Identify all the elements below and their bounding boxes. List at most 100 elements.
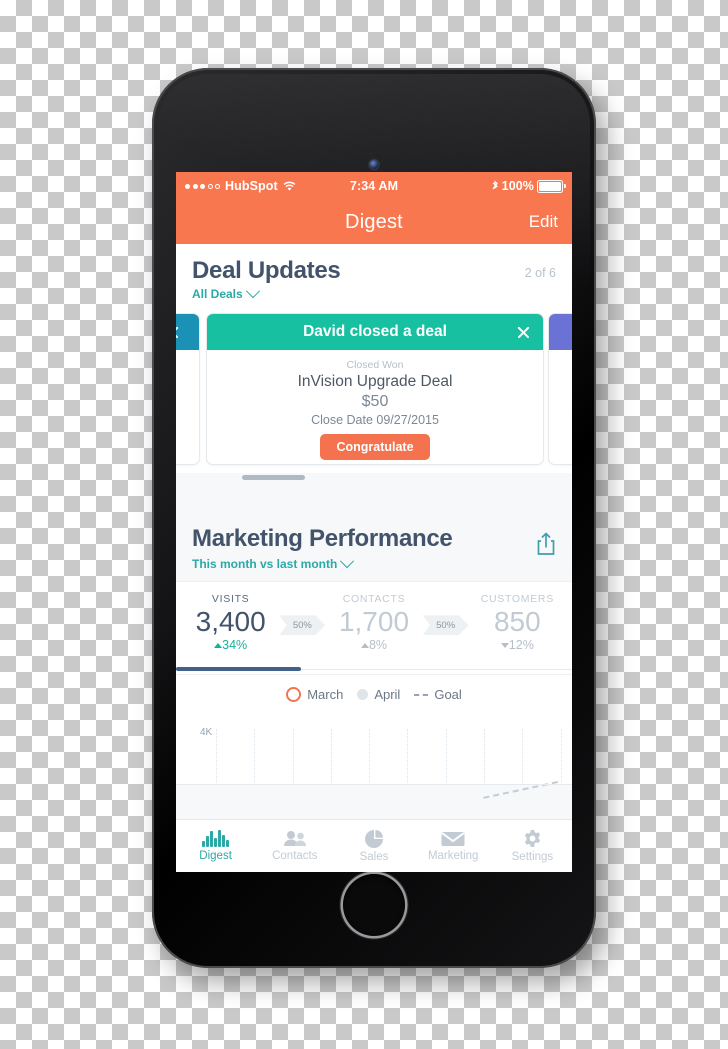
people-icon (283, 831, 306, 846)
legend-item-april[interactable]: April (357, 687, 400, 702)
tab-label: Digest (199, 850, 232, 862)
legend-marker-icon (286, 687, 302, 703)
tab-bar: Digest Contacts Sales Marketing Settings (176, 819, 572, 872)
marketing-chart: March April Goal 4K (176, 675, 572, 800)
conversion-chip: 50% (279, 615, 326, 636)
signal-strength-icon (185, 183, 220, 189)
metric-delta-value: 8% (368, 638, 388, 653)
deal-card-previous-header (176, 314, 199, 351)
chart-baseline (176, 784, 572, 786)
clock: 7:34 AM (349, 179, 399, 193)
deal-filter-label: All Deals (192, 287, 243, 302)
deal-filter-dropdown[interactable]: All Deals (192, 284, 556, 302)
metric-visits: VISITS 3,400 34% (182, 593, 279, 652)
period-dropdown[interactable]: This month vs last month (192, 554, 556, 572)
iphone-device-frame: HubSpot 7:34 AM 100% Digest Edit Deal Up… (152, 68, 596, 968)
period-label: This month vs last month (192, 557, 338, 572)
legend-label: March (307, 687, 344, 703)
deal-counter: 2 of 6 (524, 266, 556, 280)
marketing-performance-title: Marketing Performance (192, 525, 453, 553)
metric-delta-value: 34% (222, 638, 248, 653)
section-spacer (176, 473, 572, 520)
close-icon[interactable] (176, 325, 180, 340)
metric-delta: 34% (182, 638, 279, 652)
phone-screen: HubSpot 7:34 AM 100% Digest Edit Deal Up… (176, 172, 572, 872)
deal-stage: Closed Won (346, 359, 404, 372)
tab-marketing[interactable]: Marketing (414, 820, 493, 872)
tab-digest[interactable]: Digest (176, 820, 255, 872)
tab-label: Sales (359, 850, 389, 863)
tab-label: Settings (511, 851, 554, 863)
deal-updates-header: Deal Updates All Deals 2 of 6 (176, 244, 572, 312)
metric-label: CUSTOMERS (480, 593, 554, 606)
legend-item-goal[interactable]: Goal (414, 687, 462, 703)
deal-close-date: Close Date 09/27/2015 (311, 413, 439, 428)
carrier-label: HubSpot (225, 179, 278, 193)
chart-gridlines (216, 729, 564, 786)
bluetooth-icon (492, 180, 498, 190)
marketing-performance-header: Marketing Performance This month vs last… (176, 519, 572, 582)
tab-settings[interactable]: Settings (493, 820, 572, 872)
tab-label: Marketing (427, 849, 479, 862)
share-icon[interactable] (535, 531, 557, 557)
metrics-row: VISITS 3,400 34% 50% CONTACTS 1,700 8% 5… (176, 581, 572, 665)
envelope-icon (441, 831, 465, 846)
trend-up-icon (360, 643, 369, 649)
gear-icon (524, 829, 541, 848)
deal-name: InVision Upgrade Deal (297, 373, 453, 391)
wifi-icon (283, 181, 296, 191)
deal-card-header: David closed a deal (207, 314, 543, 351)
battery-percent: 100% (501, 179, 535, 193)
deal-card-current[interactable]: David closed a deal Closed Won InVision … (206, 313, 544, 466)
deal-updates-title: Deal Updates (192, 257, 341, 284)
status-bar-left: HubSpot (185, 179, 350, 193)
tab-label: Contacts (272, 850, 318, 862)
tab-sales[interactable]: Sales (334, 820, 413, 872)
carousel-scroll-indicator[interactable] (242, 475, 305, 481)
metric-delta-value: 12% (508, 638, 534, 653)
deal-amount: $50 (361, 393, 389, 411)
metric-delta: 12% (469, 638, 566, 652)
metric-value: 850 (493, 606, 541, 638)
conversion-chip: 50% (422, 615, 469, 636)
page-title: Digest (345, 210, 403, 233)
deal-card-carousel[interactable]: David closed a deal Closed Won InVision … (176, 311, 572, 481)
legend-marker-icon (357, 689, 369, 701)
deal-card-next[interactable] (548, 313, 572, 466)
pie-chart-icon (365, 829, 383, 848)
conversion-rate-2: 50% (422, 615, 469, 636)
waveform-icon (202, 830, 229, 847)
legend-label: Goal (434, 687, 462, 703)
congratulate-button[interactable]: Congratulate (320, 434, 430, 461)
deal-card-next-header (549, 314, 572, 351)
chart-plot-area: 4K (176, 723, 572, 800)
edit-button[interactable]: Edit (529, 212, 558, 232)
home-button[interactable] (343, 874, 405, 936)
battery-icon (537, 179, 567, 193)
legend-item-march[interactable]: March (286, 687, 344, 703)
legend-dash-icon (414, 693, 429, 696)
metrics-scrollbar[interactable] (176, 664, 572, 676)
metric-contacts: CONTACTS 1,700 8% (325, 593, 422, 652)
metric-value: 3,400 (195, 606, 266, 638)
tab-contacts[interactable]: Contacts (255, 820, 334, 872)
metric-label: CONTACTS (342, 593, 406, 606)
status-bar: HubSpot 7:34 AM 100% (176, 172, 572, 200)
y-axis-tick-label: 4K (200, 727, 213, 739)
chevron-down-icon (245, 284, 260, 299)
legend-label: April (374, 687, 401, 703)
deal-card-header-label: David closed a deal (303, 323, 447, 341)
front-camera (369, 160, 379, 169)
metric-delta: 8% (325, 638, 422, 652)
close-icon[interactable] (516, 325, 531, 340)
chevron-down-icon (340, 554, 355, 569)
deal-card-previous[interactable] (176, 313, 200, 466)
trend-down-icon (500, 643, 509, 649)
navigation-bar: Digest Edit (176, 200, 572, 244)
metric-customers: CUSTOMERS 850 12% (469, 593, 566, 652)
deal-card-body: Closed Won InVision Upgrade Deal $50 Clo… (207, 350, 543, 461)
chart-legend: March April Goal (176, 675, 572, 703)
metric-label: VISITS (211, 593, 250, 606)
conversion-rate-1: 50% (279, 615, 326, 636)
metric-value: 1,700 (338, 606, 410, 638)
